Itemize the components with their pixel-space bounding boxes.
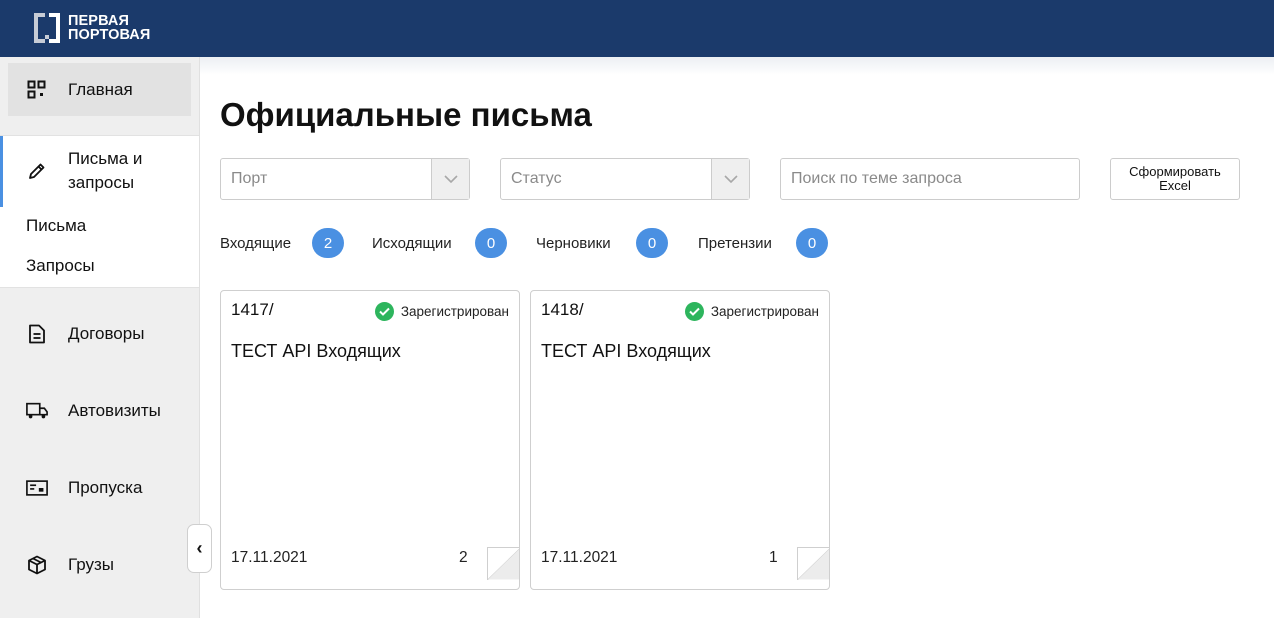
- tab-incoming[interactable]: Входящие 2: [220, 228, 344, 258]
- chevron-down-icon[interactable]: [431, 159, 469, 199]
- sidebar-item-contracts[interactable]: Договоры: [0, 322, 199, 346]
- letter-count: 2: [459, 549, 468, 566]
- sidebar-item-label: Письма и запросы: [68, 149, 143, 192]
- export-excel-label: Сформировать Excel: [1129, 164, 1221, 193]
- sidebar-item-label: Договоры: [68, 324, 145, 343]
- pass-card-icon: [26, 477, 48, 499]
- document-icon: [26, 323, 48, 345]
- export-excel-button[interactable]: Сформировать Excel: [1110, 158, 1240, 200]
- sidebar-item-label: Главная: [68, 79, 133, 99]
- status-select-placeholder: Статус: [511, 170, 562, 187]
- grid-icon: [26, 79, 48, 101]
- port-select-placeholder: Порт: [231, 170, 268, 187]
- count-badge: 0: [475, 228, 507, 258]
- logo-mark-icon: [34, 13, 64, 43]
- search-input[interactable]: [780, 158, 1080, 200]
- letter-number: 1417/: [231, 300, 274, 319]
- letter-count: 1: [769, 549, 778, 566]
- chevron-left-icon: ‹: [196, 538, 203, 558]
- status-text: Зарегистрирован: [710, 304, 819, 319]
- box-icon: [26, 554, 48, 576]
- letter-subject: ТЕСТ API Входящих: [541, 341, 711, 361]
- sidebar-item-label: Пропуска: [68, 478, 143, 497]
- sidebar-subitem-requests[interactable]: Запросы: [26, 256, 95, 276]
- letter-card[interactable]: 1418/ Зарегистрирован ТЕСТ API Входящих …: [530, 290, 830, 590]
- sidebar-item-passes[interactable]: Пропуска: [0, 476, 199, 500]
- chevron-down-icon[interactable]: [711, 159, 749, 199]
- port-select[interactable]: Порт: [220, 158, 470, 200]
- top-bar: ПЕРВАЯ ПОРТОВАЯ: [0, 0, 1274, 57]
- letter-date: 17.11.2021: [541, 549, 618, 566]
- tab-drafts[interactable]: Черновики 0: [536, 228, 668, 258]
- sidebar-item-autovisits[interactable]: Автовизиты: [0, 399, 199, 423]
- sidebar-subitem-letters[interactable]: Письма: [26, 216, 86, 236]
- sidebar-item-cargo[interactable]: Грузы: [0, 553, 199, 577]
- tab-label: Черновики: [536, 234, 611, 252]
- sidebar-item-letters[interactable]: Письма и запросы: [0, 146, 199, 198]
- count-badge: 2: [312, 228, 344, 258]
- page-fold-icon: [797, 547, 829, 580]
- pencil-icon: [26, 160, 48, 182]
- status-text: Зарегистрирован: [400, 304, 509, 319]
- tab-claims[interactable]: Претензии 0: [698, 228, 828, 258]
- status-badge: Зарегистрирован: [684, 302, 819, 321]
- sidebar-section-letters: Письма и запросы Письма Запросы: [0, 135, 199, 288]
- tab-label: Претензии: [698, 234, 772, 252]
- tab-label: Входящие: [220, 234, 292, 252]
- count-badge: 0: [636, 228, 668, 258]
- logo-text: ПЕРВАЯ ПОРТОВАЯ: [68, 13, 151, 43]
- check-circle-icon: [684, 302, 704, 321]
- tab-label: Исходящии: [372, 234, 452, 252]
- tab-outgoing[interactable]: Исходящии 0: [372, 228, 507, 258]
- status-badge: Зарегистрирован: [374, 302, 509, 321]
- count-badge: 0: [796, 228, 828, 258]
- page-fold-icon: [487, 547, 519, 580]
- letter-subject: ТЕСТ API Входящих: [231, 341, 401, 361]
- page-title: Официальные письма: [220, 96, 592, 133]
- truck-icon: [26, 400, 48, 422]
- letter-card[interactable]: 1417/ Зарегистрирован ТЕСТ API Входящих …: [220, 290, 520, 590]
- sidebar-collapse-button[interactable]: ‹: [187, 524, 212, 573]
- logo-line-1: ПЕРВАЯ: [68, 13, 130, 29]
- logo-line-2: ПОРТОВАЯ: [68, 27, 151, 43]
- sidebar-item-label: Автовизиты: [68, 401, 161, 420]
- sidebar-item-home[interactable]: Главная: [8, 63, 191, 116]
- letter-date: 17.11.2021: [231, 549, 308, 566]
- sidebar: Главная Письма и запросы Письма Запросы …: [0, 57, 200, 618]
- status-select[interactable]: Статус: [500, 158, 750, 200]
- header-shadow: [200, 57, 1274, 75]
- letter-number: 1418/: [541, 300, 584, 319]
- check-circle-icon: [374, 302, 394, 321]
- sidebar-item-label: Грузы: [68, 555, 115, 574]
- logo[interactable]: ПЕРВАЯ ПОРТОВАЯ: [34, 12, 150, 44]
